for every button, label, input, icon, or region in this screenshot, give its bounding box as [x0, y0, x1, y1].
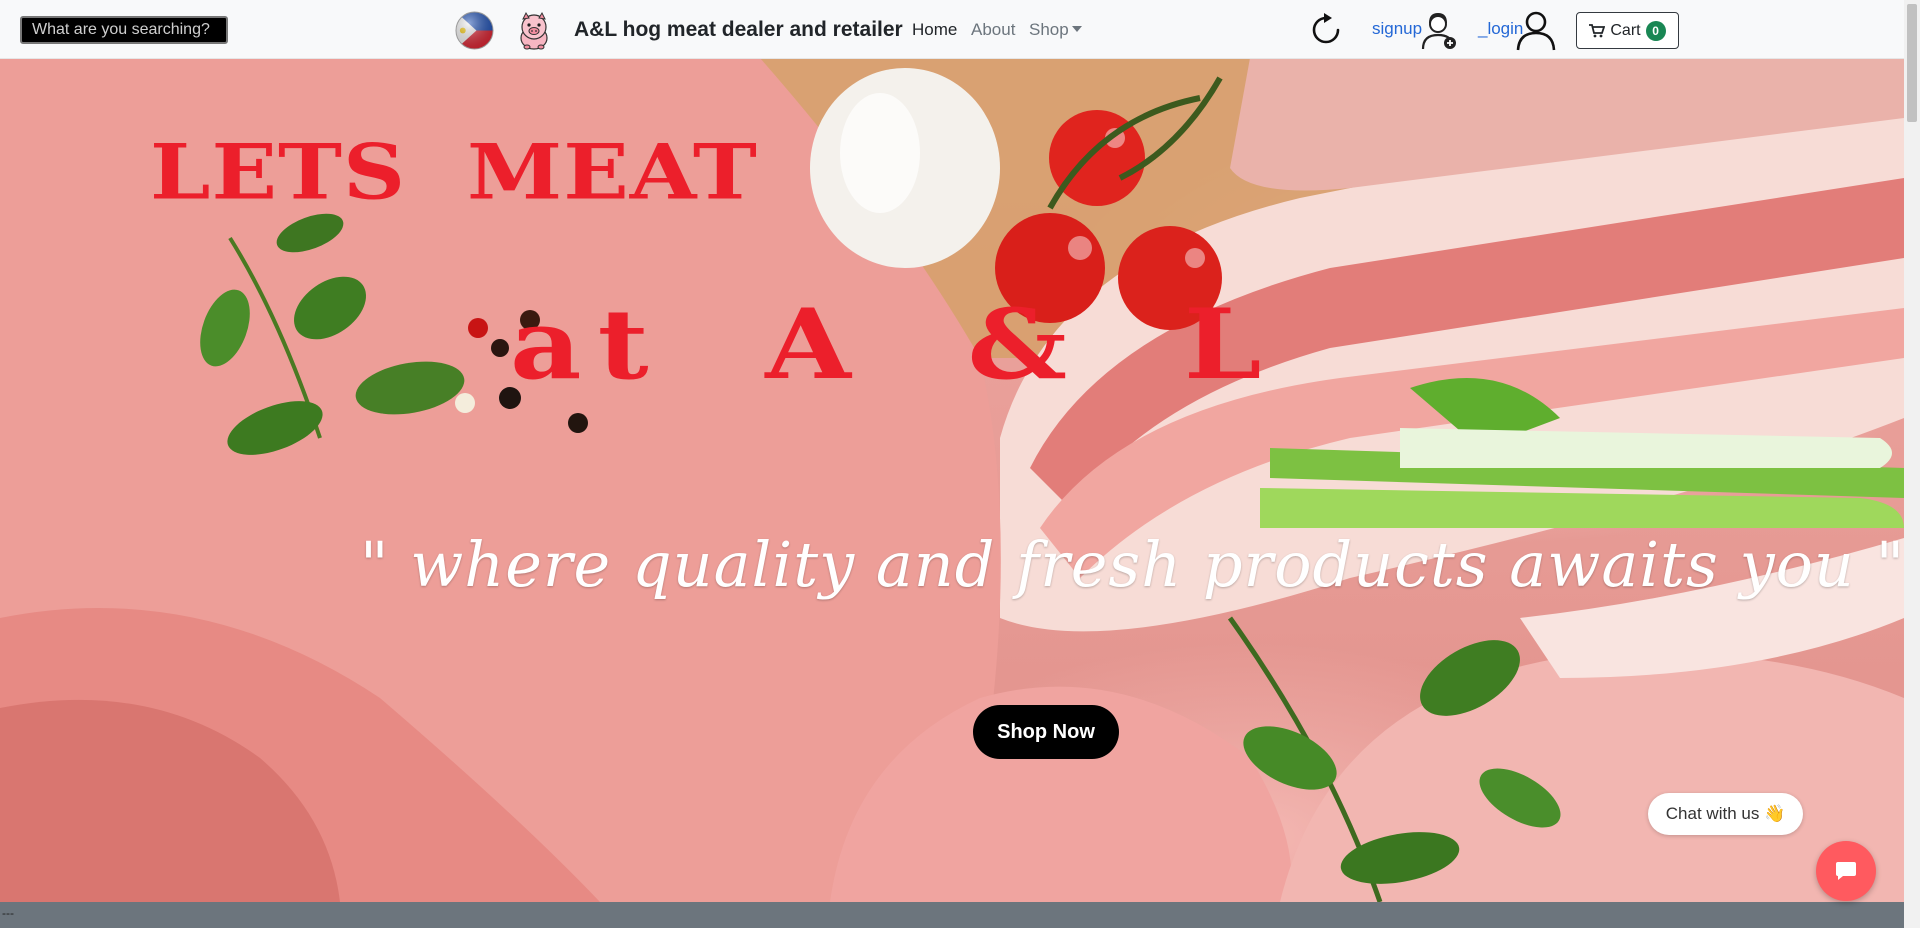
- chevron-down-icon: [1071, 26, 1082, 32]
- pig-logo-icon: [520, 11, 548, 50]
- navbar: A&L hog meat dealer and retailer Home Ab…: [0, 0, 1904, 59]
- chat-icon: [1836, 862, 1856, 880]
- hero-headline-line2: at A & L: [510, 288, 1278, 401]
- chat-button[interactable]: [1816, 841, 1876, 901]
- nav-shop-label: Shop: [1029, 20, 1069, 39]
- scrollbar-thumb[interactable]: [1907, 4, 1917, 122]
- chat-prompt-bubble[interactable]: Chat with us 👋: [1648, 793, 1803, 835]
- signup-user-icon[interactable]: [1417, 9, 1459, 51]
- signup-link[interactable]: signup: [1372, 19, 1422, 39]
- flag-icon: [455, 11, 494, 50]
- shop-now-button[interactable]: Shop Now: [973, 705, 1119, 759]
- cart-button[interactable]: Cart 0: [1576, 12, 1679, 49]
- cart-icon: [1589, 23, 1606, 37]
- nav-home-link[interactable]: Home: [912, 20, 957, 40]
- nav-shop-dropdown[interactable]: Shop: [1029, 20, 1082, 40]
- reload-icon[interactable]: [1308, 12, 1344, 48]
- footer-strip: ---: [0, 902, 1904, 928]
- cart-label: Cart: [1610, 21, 1641, 39]
- search-input[interactable]: [20, 16, 228, 44]
- hero-headline-line1: LETS MEAT: [150, 128, 758, 217]
- footer-text: ---: [2, 906, 14, 920]
- chat-prompt-label: Chat with us 👋: [1665, 804, 1786, 823]
- cart-count-badge: 0: [1645, 20, 1666, 41]
- nav-about-link[interactable]: About: [971, 20, 1015, 40]
- hero-banner: LETS MEAT at A & L " where quality and f…: [0, 58, 1904, 902]
- login-user-icon[interactable]: [1515, 10, 1557, 52]
- page-scrollbar[interactable]: [1904, 0, 1920, 928]
- brand-name[interactable]: A&L hog meat dealer and retailer: [574, 18, 903, 42]
- hero-tagline: " where quality and fresh products await…: [360, 528, 1904, 601]
